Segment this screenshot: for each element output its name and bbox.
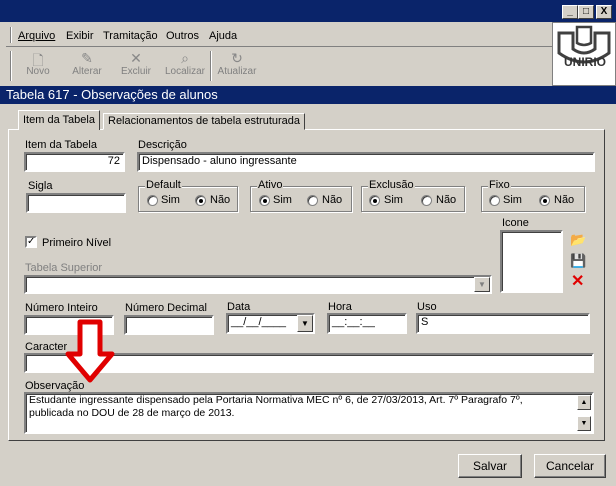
exclusao-group: Exclusão Sim Não [361, 179, 465, 212]
salvar-button[interactable]: Salvar [458, 454, 522, 478]
descricao-field[interactable]: Dispensado - aluno ingressante [137, 152, 595, 172]
cancelar-button[interactable]: Cancelar [534, 454, 606, 478]
annotation-arrow-icon [65, 319, 115, 383]
uso-field[interactable]: S [416, 313, 590, 334]
menu-grip [10, 27, 12, 43]
sigla-label: Sigla [28, 180, 53, 192]
open-folder-icon[interactable]: 📂 [570, 232, 586, 248]
tab-relacionamentos[interactable]: Relacionamentos de tabela estruturada [103, 113, 306, 130]
numero-decimal-field[interactable] [124, 315, 214, 335]
fixo-group: Fixo Sim Não [481, 179, 585, 212]
default-nao-radio[interactable] [195, 195, 206, 206]
data-dropdown-icon[interactable]: ▼ [297, 315, 313, 332]
tabela-superior-label: Tabela Superior [25, 262, 103, 274]
observacao-textarea[interactable]: Estudante ingressante dispensado pela Po… [24, 392, 594, 434]
fixo-sim-radio[interactable] [489, 195, 500, 206]
binoculars-icon: ⌕ [181, 50, 189, 66]
uso-label: Uso [417, 301, 437, 313]
fixo-nao-label: Não [554, 194, 575, 206]
hora-label: Hora [328, 301, 352, 313]
ativo-sim-radio[interactable] [259, 195, 270, 206]
ativo-sim-label: Sim [273, 194, 292, 206]
data-label: Data [227, 301, 251, 313]
localizar-button[interactable]: ⌕ Localizar [164, 50, 206, 77]
menu-arquivo[interactable]: Arquivo [18, 30, 55, 42]
tabela-superior-dropdown-icon[interactable]: ▼ [474, 277, 490, 292]
ativo-group: Ativo Sim Não [250, 179, 352, 212]
toolbar-grip [10, 51, 12, 81]
logo-text: UNIRIO [564, 55, 606, 69]
fixo-group-title: Fixo [488, 179, 511, 191]
atualizar-button[interactable]: ↻ Atualizar [216, 50, 258, 77]
delete-icon: ✕ [130, 50, 142, 66]
default-nao-label: Não [210, 194, 231, 206]
scroll-up-icon[interactable]: ▲ [577, 395, 591, 410]
maximize-button[interactable]: □ [578, 5, 594, 19]
alterar-button[interactable]: ✎ Alterar [66, 50, 108, 77]
exclusao-group-title: Exclusão [368, 179, 415, 191]
excluir-button[interactable]: ✕ Excluir [115, 50, 157, 77]
numero-inteiro-label: Número Inteiro [25, 302, 98, 314]
default-group: Default Sim Não [138, 179, 238, 212]
excluir-label: Excluir [120, 66, 151, 77]
ativo-group-title: Ativo [257, 179, 284, 191]
minimize-button[interactable]: _ [562, 5, 578, 19]
remove-icon[interactable]: ✕ [571, 273, 584, 291]
icone-label: Icone [502, 217, 529, 229]
menu-outros[interactable]: Outros [166, 30, 199, 42]
unirio-logo: UNIRIO [552, 22, 616, 86]
ativo-nao-label: Não [322, 194, 343, 206]
fixo-nao-radio[interactable] [539, 195, 550, 206]
scroll-down-icon[interactable]: ▼ [577, 416, 591, 431]
default-sim-label: Sim [161, 194, 180, 206]
menu-ajuda[interactable]: Ajuda [209, 30, 237, 42]
hora-field[interactable]: __:__:__ [327, 313, 407, 334]
exclusao-nao-label: Não [436, 194, 457, 206]
novo-label: Novo [26, 66, 50, 77]
sigla-field[interactable] [26, 193, 126, 213]
item-field[interactable]: 72 [24, 152, 125, 172]
unirio-logo-emblem [557, 25, 611, 64]
new-document-icon: 🗋 [32, 52, 44, 68]
atualizar-label: Atualizar [217, 66, 257, 77]
item-label: Item da Tabela [25, 139, 97, 151]
window-titlebar [0, 0, 616, 22]
alterar-label: Alterar [72, 66, 102, 77]
exclusao-nao-radio[interactable] [421, 195, 432, 206]
menu-exibir[interactable]: Exibir [66, 30, 94, 42]
refresh-icon: ↻ [231, 50, 243, 66]
localizar-label: Localizar [164, 66, 206, 77]
caracter-label: Caracter [25, 341, 68, 353]
observacao-line-1: Estudante ingressante dispensado pela Po… [29, 394, 523, 406]
fixo-sim-label: Sim [503, 194, 522, 206]
edit-icon: ✎ [81, 50, 93, 66]
tab-item-da-tabela[interactable]: Item da Tabela [18, 110, 100, 130]
numero-decimal-label: Número Decimal [125, 302, 207, 314]
exclusao-sim-label: Sim [384, 194, 403, 206]
close-button[interactable]: X [596, 5, 612, 19]
exclusao-sim-radio[interactable] [369, 195, 380, 206]
primeiro-nivel-label: Primeiro Nível [42, 237, 112, 249]
observacao-line-2: publicada no DOU de 28 de março de 2013. [29, 407, 235, 419]
primeiro-nivel-checkbox[interactable]: ✓ [25, 236, 37, 248]
toolbar-separator [210, 51, 212, 81]
descricao-label: Descrição [138, 139, 187, 151]
save-disk-icon[interactable]: 💾 [570, 253, 586, 269]
default-sim-radio[interactable] [147, 195, 158, 206]
icone-preview[interactable] [500, 230, 563, 293]
tabela-superior-select[interactable] [24, 275, 492, 294]
novo-button[interactable]: 🗋 Novo [17, 50, 59, 77]
form-caption: Tabela 617 - Observações de alunos [0, 86, 616, 104]
default-group-title: Default [145, 179, 182, 191]
ativo-nao-radio[interactable] [307, 195, 318, 206]
menu-tramitacao[interactable]: Tramitação [103, 30, 158, 42]
